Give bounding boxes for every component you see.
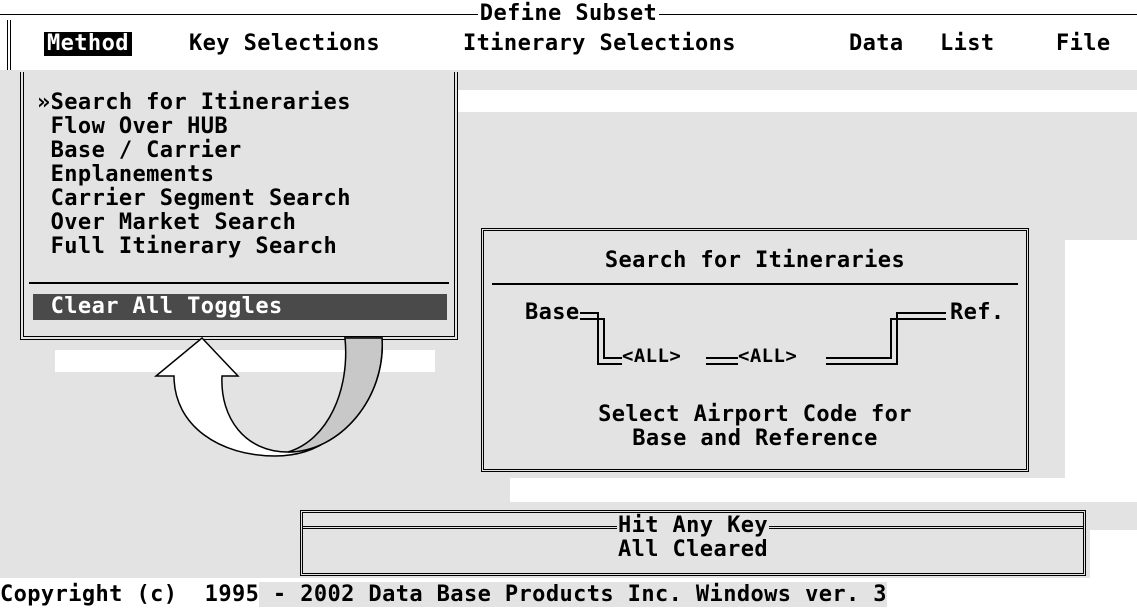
search-dialog: Search for Itineraries Base Ref. <ALL> <… — [481, 228, 1029, 472]
menu-key-selections[interactable]: Key Selections — [189, 33, 380, 55]
menu-item-full-itinerary-search[interactable]: Full Itinerary Search — [37, 236, 337, 258]
menu-itinerary-selections[interactable]: Itinerary Selections — [463, 33, 736, 55]
base-value[interactable]: <ALL> — [622, 345, 681, 367]
menu-item-enplanements[interactable]: Enplanements — [37, 164, 214, 186]
menu-item-over-market-search[interactable]: Over Market Search — [37, 212, 296, 234]
white-strip — [455, 90, 1137, 112]
menu-file[interactable]: File — [1056, 33, 1111, 55]
copyright-part-a: Copyright (c) 1995 — [0, 582, 260, 607]
clear-all-toggles-label: Clear All Toggles — [37, 294, 283, 319]
menu-item-base-carrier[interactable]: Base / Carrier — [37, 140, 242, 162]
hit-any-key-box[interactable]: Hit Any Key All Cleared — [300, 510, 1086, 576]
menu-separator — [29, 282, 449, 284]
dialog-message-line1: Select Airport Code for — [598, 402, 912, 427]
copyright-text: Copyright (c) 1995 - 2002 Data Base Prod… — [0, 582, 1137, 607]
white-strip — [1090, 530, 1137, 578]
menu-bar: Method Key Selections Itinerary Selectio… — [7, 20, 1137, 70]
menu-item-carrier-segment-search[interactable]: Carrier Segment Search — [37, 188, 351, 210]
dialog-message-line2: Base and Reference — [632, 426, 878, 451]
menu-list[interactable]: List — [940, 33, 995, 55]
method-dropdown: »Search for Itineraries Flow Over HUB Ba… — [20, 72, 458, 340]
menu-data[interactable]: Data — [849, 33, 904, 55]
curved-arrow-icon — [153, 336, 383, 457]
keybox-title: Hit Any Key — [616, 513, 770, 538]
menu-method[interactable]: Method — [44, 32, 132, 56]
white-strip — [1065, 240, 1137, 480]
keybox-message: All Cleared — [617, 537, 769, 562]
white-strip — [510, 478, 1137, 502]
copyright-part-b: - 2002 Data Base Products Inc. Windows v… — [259, 582, 887, 607]
menu-item-flow-over-hub[interactable]: Flow Over HUB — [37, 116, 228, 138]
menu-item-search-itineraries[interactable]: »Search for Itineraries — [37, 92, 351, 114]
ref-value[interactable]: <ALL> — [738, 345, 797, 367]
